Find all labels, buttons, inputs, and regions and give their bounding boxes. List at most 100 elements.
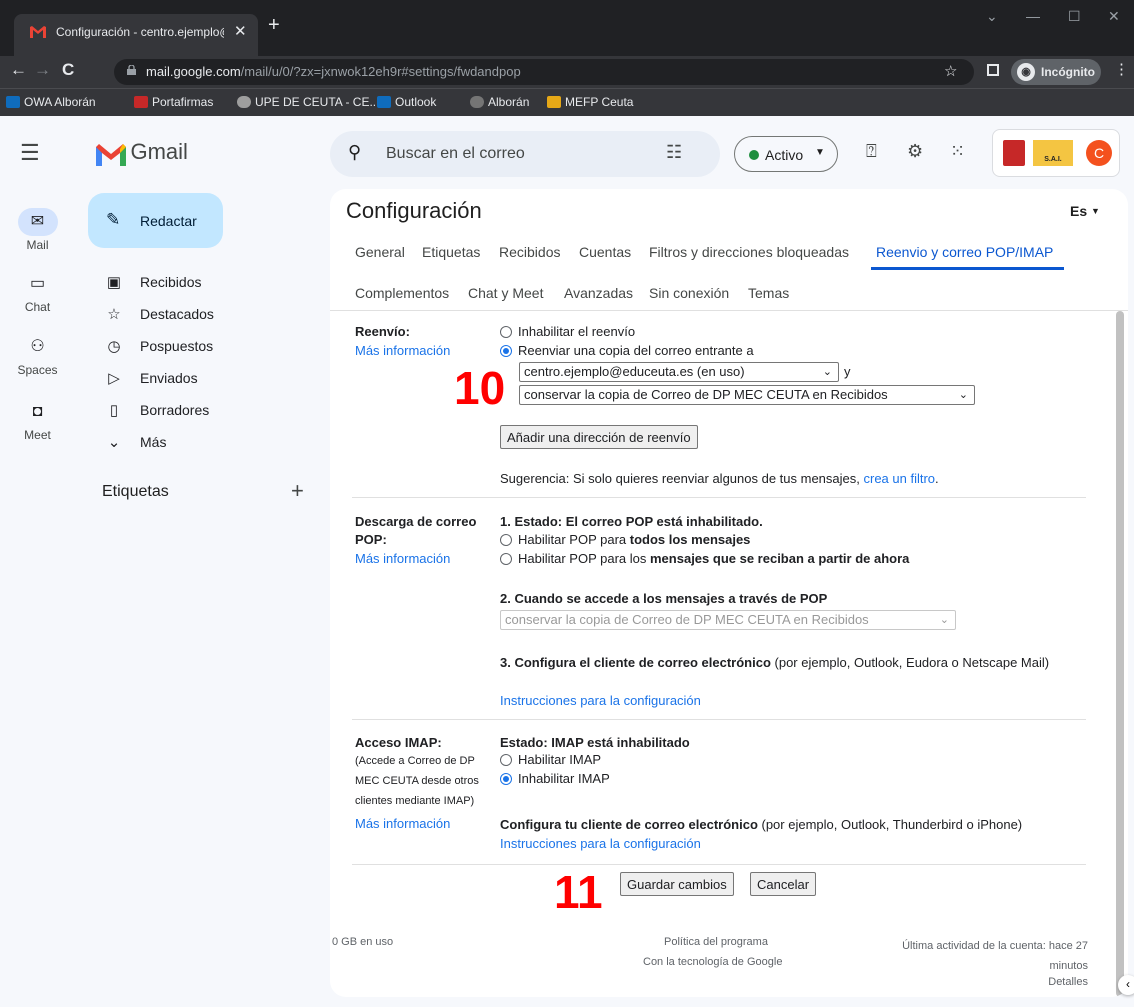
bookmark-mefp-ceuta[interactable]: MEFP Ceuta bbox=[547, 95, 633, 109]
side-panel-icon[interactable] bbox=[987, 64, 999, 76]
tab-offline[interactable]: Sin conexión bbox=[649, 285, 729, 301]
bookmark-outlook[interactable]: Outlook bbox=[377, 95, 436, 109]
avatar[interactable]: C bbox=[1086, 140, 1112, 166]
rail-spaces[interactable]: ⚇ Spaces bbox=[0, 333, 75, 377]
forwarding-more-info-link[interactable]: Más información bbox=[355, 343, 450, 358]
help-icon[interactable]: ⍰ bbox=[866, 141, 877, 162]
nav-inbox[interactable]: ▣ Recibidos bbox=[88, 266, 288, 298]
gmail-favicon-icon bbox=[30, 26, 46, 38]
radio-off[interactable] bbox=[500, 754, 512, 766]
create-filter-link[interactable]: crea un filtro bbox=[864, 471, 936, 486]
search-icon[interactable]: ⚲ bbox=[348, 142, 361, 163]
pop-more-info-link[interactable]: Más información bbox=[355, 551, 450, 566]
gmail-logo[interactable]: Gmail bbox=[96, 139, 188, 167]
rail-meet[interactable]: ◘ Meet bbox=[0, 398, 75, 442]
rail-mail[interactable]: ✉ Mail bbox=[0, 208, 75, 252]
new-tab-icon[interactable]: + bbox=[268, 14, 280, 37]
tab-title: Configuración - centro.ejemplo@ bbox=[56, 25, 224, 39]
tab-addons[interactable]: Complementos bbox=[355, 285, 449, 301]
forward-icon[interactable]: → bbox=[34, 60, 51, 80]
send-icon: ▷ bbox=[108, 370, 120, 387]
window-close-icon[interactable]: ✕ bbox=[1108, 8, 1120, 25]
pop-instructions-link[interactable]: Instrucciones para la configuración bbox=[500, 693, 701, 708]
tab-close-icon[interactable]: ✕ bbox=[234, 22, 247, 40]
nav-drafts[interactable]: ▯ Borradores bbox=[88, 394, 288, 426]
bookmark-label: Portafirmas bbox=[152, 95, 214, 109]
bookmark-star-icon[interactable]: ☆ bbox=[944, 62, 957, 80]
add-label-icon[interactable]: + bbox=[291, 478, 304, 504]
forwarding-enable-option[interactable]: Reenviar una copia del correo entrante a bbox=[500, 343, 754, 358]
chevron-down-icon: ⌄ bbox=[107, 434, 121, 451]
tab-forwarding-pop-imap[interactable]: Reenvio y correo POP/IMAP bbox=[876, 244, 1053, 260]
imap-more-info-link[interactable]: Más información bbox=[355, 816, 450, 831]
reload-icon[interactable]: C bbox=[62, 60, 74, 80]
side-panel-toggle-icon[interactable]: ‹ bbox=[1118, 975, 1134, 995]
radio-off[interactable] bbox=[500, 326, 512, 338]
gear-icon[interactable]: ⚙ bbox=[907, 141, 923, 162]
annotation-step-11: 11 bbox=[554, 866, 603, 918]
forwarding-disable-option[interactable]: Inhabilitar el reenvío bbox=[500, 324, 635, 339]
option-label-bold: todos los mensajes bbox=[629, 532, 751, 547]
save-changes-button[interactable]: Guardar cambios bbox=[620, 872, 734, 896]
status-dropdown[interactable]: Activo ▼ bbox=[734, 136, 838, 172]
tab-inbox[interactable]: Recibidos bbox=[499, 244, 560, 260]
pop-access-select[interactable]: conservar la copia de Correo de DP MEC C… bbox=[500, 610, 956, 630]
pop-enable-all-option[interactable]: Habilitar POP para todos los mensajes bbox=[500, 532, 750, 547]
back-icon[interactable]: ← bbox=[10, 60, 27, 80]
pop-enable-now-option[interactable]: Habilitar POP para los mensajes que se r… bbox=[500, 551, 909, 566]
scrollbar[interactable] bbox=[1116, 311, 1124, 997]
compose-button[interactable]: ✎ Redactar bbox=[88, 193, 223, 248]
tab-general[interactable]: General bbox=[355, 244, 405, 260]
browser-menu-icon[interactable]: ⋮ bbox=[1114, 60, 1129, 78]
imap-enable-option[interactable]: Habilitar IMAP bbox=[500, 752, 601, 767]
search-input[interactable]: Buscar en el correo bbox=[386, 145, 525, 163]
minimize-icon[interactable]: — bbox=[1026, 8, 1040, 24]
inbox-icon: ▣ bbox=[106, 274, 122, 291]
imap-disable-option[interactable]: Inhabilitar IMAP bbox=[500, 771, 610, 786]
imap-config-rest: (por ejemplo, Outlook, Thunderbird o iPh… bbox=[757, 817, 1023, 832]
radio-on[interactable] bbox=[500, 345, 512, 357]
tab-labels[interactable]: Etiquetas bbox=[422, 244, 480, 260]
powered-by-google: Con la tecnología de Google bbox=[643, 956, 783, 968]
forward-address-select[interactable]: centro.ejemplo@educeuta.es (en uso) ⌄ bbox=[519, 362, 839, 382]
nav-more[interactable]: ⌄ Más bbox=[88, 426, 288, 458]
tab-advanced[interactable]: Avanzadas bbox=[564, 285, 633, 301]
bookmark-label: UPE DE CEUTA - CE... bbox=[255, 95, 380, 109]
tab-chat-meet[interactable]: Chat y Meet bbox=[468, 285, 543, 301]
main-menu-icon[interactable]: ☰ bbox=[20, 140, 40, 166]
cancel-button[interactable]: Cancelar bbox=[750, 872, 817, 896]
pop-config-bold: 3. Configura el cliente de correo electr… bbox=[500, 655, 771, 670]
select-value: conservar la copia de Correo de DP MEC C… bbox=[524, 387, 888, 402]
tab-filters[interactable]: Filtros y direcciones bloqueadas bbox=[649, 244, 849, 260]
search-options-icon[interactable]: ☷ bbox=[666, 142, 682, 163]
tab-search-icon[interactable]: ⌄ bbox=[986, 8, 998, 25]
radio-on[interactable] bbox=[500, 773, 512, 785]
tab-themes[interactable]: Temas bbox=[748, 285, 789, 301]
forward-keep-copy-select[interactable]: conservar la copia de Correo de DP MEC C… bbox=[519, 385, 975, 405]
nav-starred[interactable]: ☆ Destacados bbox=[88, 298, 288, 330]
pencil-icon: ✎ bbox=[106, 210, 121, 229]
imap-instructions-link[interactable]: Instrucciones para la configuración bbox=[500, 836, 701, 851]
apps-grid-icon[interactable]: ⁙ bbox=[950, 141, 965, 162]
bookmark-upe-ceuta[interactable]: UPE DE CEUTA - CE... bbox=[237, 95, 379, 109]
nav-sent[interactable]: ▷ Enviados bbox=[88, 362, 288, 394]
rail-chat[interactable]: ▭ Chat bbox=[0, 270, 75, 314]
draft-icon: ▯ bbox=[109, 402, 119, 419]
nav-snoozed[interactable]: ◷ Pospuestos bbox=[88, 330, 288, 362]
bookmark-alboran[interactable]: Alborán bbox=[470, 95, 529, 109]
bookmark-owa-alboran[interactable]: OWA Alborán bbox=[6, 95, 96, 109]
browser-tab[interactable]: Configuración - centro.ejemplo@ ✕ bbox=[14, 14, 258, 56]
radio-off[interactable] bbox=[500, 534, 512, 546]
address-bar[interactable]: mail.google.com/mail/u/0/?zx=jxnwok12eh9… bbox=[114, 59, 974, 85]
search-bar[interactable]: ⚲ Buscar en el correo ☷ bbox=[330, 131, 720, 177]
details-link[interactable]: Detalles bbox=[1030, 976, 1088, 988]
maximize-icon[interactable]: ☐ bbox=[1068, 8, 1081, 25]
input-language-selector[interactable]: Es ▼ bbox=[1070, 203, 1100, 219]
forward-and-text: y bbox=[844, 364, 851, 379]
tab-accounts[interactable]: Cuentas bbox=[579, 244, 631, 260]
program-policy-link[interactable]: Política del programa bbox=[664, 936, 768, 948]
radio-off[interactable] bbox=[500, 553, 512, 565]
bookmark-portafirmas[interactable]: Portafirmas bbox=[134, 95, 213, 109]
incognito-badge[interactable]: ◉ Incógnito bbox=[1011, 59, 1101, 85]
add-forward-address-button[interactable]: Añadir una dirección de reenvío bbox=[500, 425, 698, 449]
